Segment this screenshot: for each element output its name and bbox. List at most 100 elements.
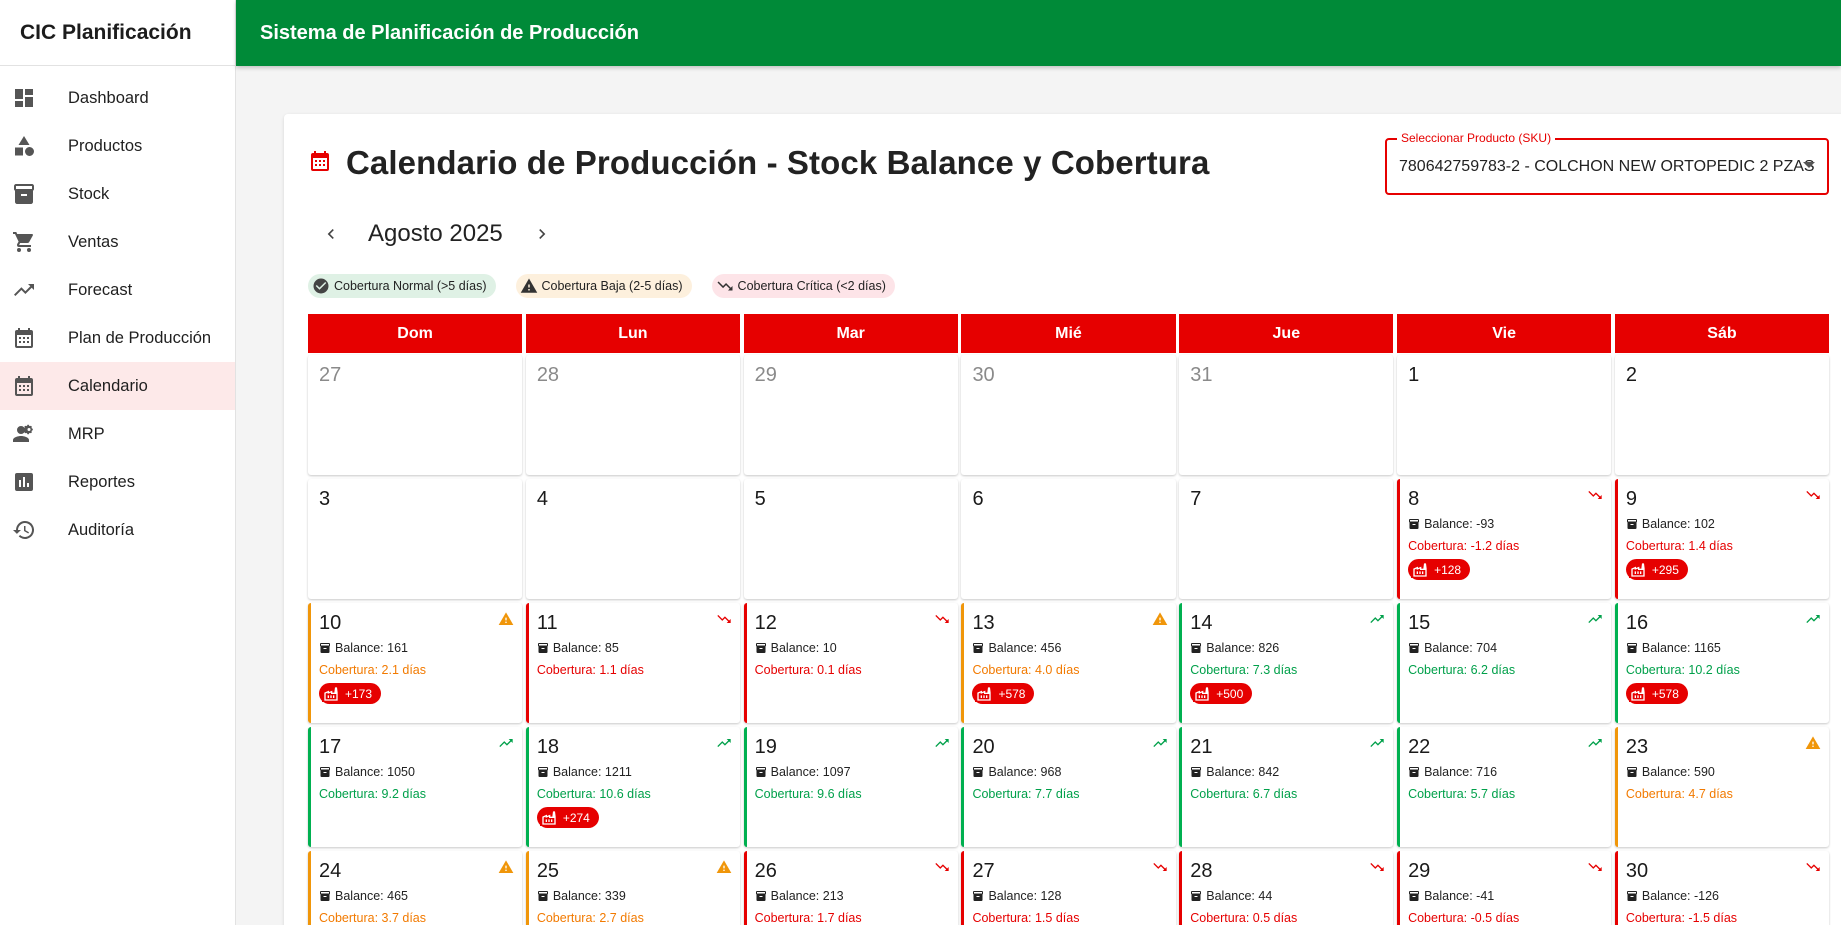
trending-up-icon xyxy=(498,735,514,756)
sidebar-item-dashboard[interactable]: Dashboard xyxy=(0,74,235,122)
balance-text: Balance: 44 xyxy=(1206,889,1273,903)
legend-chip-critica: Cobertura Crítica (<2 días) xyxy=(711,274,895,298)
calendar-day-cell[interactable]: 17 Balance: 1050 Cobertura: 9.2 días xyxy=(308,727,523,847)
sidebar-item-plan-de-produccion[interactable]: Plan de Producción xyxy=(0,314,235,362)
calendar-day-cell[interactable]: 31 xyxy=(1179,355,1394,475)
sidebar-item-reportes[interactable]: Reportes xyxy=(0,458,235,506)
calendar-day-cell[interactable]: 15 Balance: 704 Cobertura: 6.2 días xyxy=(1397,603,1612,723)
sidebar-item-forecast[interactable]: Forecast xyxy=(0,266,235,314)
production-chip[interactable]: +274 xyxy=(536,807,599,828)
balance-row: Balance: 590 xyxy=(1626,765,1819,779)
calendar-day-cell[interactable]: 16 Balance: 1165 Cobertura: 10.2 días +578 xyxy=(1614,603,1829,723)
sidebar-item-label: Ventas xyxy=(68,232,119,251)
day-number: 25 xyxy=(536,860,560,882)
calendar-day-cell[interactable]: 22 Balance: 716 Cobertura: 5.7 días xyxy=(1397,727,1612,847)
calendar-day-cell[interactable]: 24 Balance: 465 Cobertura: 3.7 días xyxy=(308,851,523,925)
warning-icon xyxy=(716,859,732,880)
balance-row: Balance: 1097 xyxy=(755,765,948,779)
day-number: 24 xyxy=(319,860,342,882)
calendar-day-cell[interactable]: 20 Balance: 968 Cobertura: 7.7 días xyxy=(961,727,1176,847)
coverage-text: Cobertura: 6.7 días xyxy=(1190,787,1298,801)
sidebar-item-mrp[interactable]: MRP xyxy=(0,410,235,458)
warning-icon xyxy=(498,859,514,880)
balance-text: Balance: 128 xyxy=(988,889,1062,903)
calendar-day-cell[interactable]: 2 xyxy=(1614,355,1829,475)
day-number: 31 xyxy=(1190,364,1213,386)
calendar-day-cell[interactable]: 27 xyxy=(308,355,523,475)
calendar-day-cell[interactable]: 3 xyxy=(308,479,523,599)
calendar-day-cell[interactable]: 28 xyxy=(525,355,740,475)
calendar-day-cell[interactable]: 6 xyxy=(961,479,1176,599)
history-icon xyxy=(0,518,68,542)
sidebar-item-productos[interactable]: Productos xyxy=(0,122,235,170)
calendar-day-cell[interactable]: 8 Balance: -93 Cobertura: -1.2 días +128 xyxy=(1397,479,1612,599)
calendar-day-cell[interactable]: 12 Balance: 10 Cobertura: 0.1 días xyxy=(743,603,958,723)
calendar-day-cell[interactable]: 5 xyxy=(743,479,958,599)
calendar-day-cell[interactable]: 28 Balance: 44 Cobertura: 0.5 días xyxy=(1179,851,1394,925)
balance-text: Balance: 102 xyxy=(1641,517,1715,531)
calendar-day-cell[interactable]: 21 Balance: 842 Cobertura: 6.7 días xyxy=(1179,727,1394,847)
next-month-button[interactable] xyxy=(529,221,555,247)
production-chip[interactable]: +578 xyxy=(972,683,1035,704)
sidebar-item-ventas[interactable]: Ventas xyxy=(0,218,235,266)
day-number: 19 xyxy=(754,736,777,758)
app-bar: Sistema de Planificación de Producción xyxy=(236,0,1841,66)
day-number: 23 xyxy=(1625,736,1649,758)
calendar-day-cell[interactable]: 9 Balance: 102 Cobertura: 1.4 días +295 xyxy=(1614,479,1829,599)
inventory-box-icon xyxy=(0,182,68,206)
sidebar-item-label: Calendario xyxy=(68,376,148,395)
calendar-day-cell[interactable]: 14 Balance: 826 Cobertura: 7.3 días +500 xyxy=(1179,603,1394,723)
day-number: 18 xyxy=(536,736,560,758)
production-chip[interactable]: +500 xyxy=(1190,683,1253,704)
weekday-header-cell: Mié xyxy=(961,314,1176,353)
calendar-day-cell[interactable]: 1 xyxy=(1397,355,1612,475)
calendar-day-cell[interactable]: 11 Balance: 85 Cobertura: 1.1 días xyxy=(525,603,740,723)
balance-text: Balance: 704 xyxy=(1424,641,1498,655)
balance-row: Balance: 213 xyxy=(755,889,948,903)
balance-row: Balance: -93 xyxy=(1408,517,1601,531)
calendar-day-cell[interactable]: 25 Balance: 339 Cobertura: 2.7 días xyxy=(525,851,740,925)
coverage-text: Cobertura: 6.2 días xyxy=(1408,663,1516,677)
production-chip[interactable]: +128 xyxy=(1408,559,1471,580)
coverage-text: Cobertura: 4.7 días xyxy=(1625,787,1733,801)
calendar-day-cell[interactable]: 10 Balance: 161 Cobertura: 2.1 días +173 xyxy=(308,603,523,723)
factory-icon xyxy=(1411,561,1430,578)
sku-select[interactable]: Seleccionar Producto (SKU) 780642759783-… xyxy=(1385,131,1829,195)
calendar-day-cell[interactable]: 13 Balance: 456 Cobertura: 4.0 días +578 xyxy=(961,603,1176,723)
inventory-box-icon xyxy=(537,643,548,653)
weekday-header: Dom Lun Mar Mié Jue Vie Sáb xyxy=(308,314,1829,353)
trending-up-icon xyxy=(716,735,732,756)
factory-icon xyxy=(1628,561,1647,578)
trending-down-icon xyxy=(934,859,950,880)
production-amount: +274 xyxy=(562,810,590,825)
weekday-header-cell: Lun xyxy=(525,314,740,353)
calendar-day-cell[interactable]: 30 Balance: -126 Cobertura: -1.5 días xyxy=(1614,851,1829,925)
sidebar-item-auditoria[interactable]: Auditoría xyxy=(0,506,235,554)
production-chip[interactable]: +173 xyxy=(319,683,382,704)
calendar-day-cell[interactable]: 26 Balance: 213 Cobertura: 1.7 días xyxy=(743,851,958,925)
coverage-text: Cobertura: 7.3 días xyxy=(1190,663,1298,677)
trending-down-icon xyxy=(717,281,733,291)
calendar-day-cell[interactable]: 27 Balance: 128 Cobertura: 1.5 días xyxy=(961,851,1176,925)
calendar-day-cell[interactable]: 7 xyxy=(1179,479,1394,599)
calendar-day-cell[interactable]: 4 xyxy=(525,479,740,599)
inventory-box-icon xyxy=(1191,643,1202,653)
warning-icon xyxy=(1152,611,1168,632)
sidebar-item-stock[interactable]: Stock xyxy=(0,170,235,218)
calendar-day-cell[interactable]: 30 xyxy=(961,355,1176,475)
calendar-day-cell[interactable]: 18 Balance: 1211 Cobertura: 10.6 días +274 xyxy=(525,727,740,847)
production-chip[interactable]: +578 xyxy=(1625,683,1688,704)
calendar-day-cell[interactable]: 19 Balance: 1097 Cobertura: 9.6 días xyxy=(743,727,958,847)
balance-text: Balance: -41 xyxy=(1424,889,1495,903)
production-amount: +295 xyxy=(1651,562,1679,577)
coverage-text: Cobertura: 1.4 días xyxy=(1625,539,1733,553)
sku-select-label: Seleccionar Producto (SKU) xyxy=(1397,131,1556,145)
production-chip[interactable]: +295 xyxy=(1625,559,1688,580)
prev-month-button[interactable] xyxy=(318,221,344,247)
calendar-day-cell[interactable]: 23 Balance: 590 Cobertura: 4.7 días xyxy=(1614,727,1829,847)
sidebar-item-calendario[interactable]: Calendario xyxy=(0,362,235,410)
calendar-day-cell[interactable]: 29 xyxy=(743,355,958,475)
calendar-day-cell[interactable]: 29 Balance: -41 Cobertura: -0.5 días xyxy=(1397,851,1612,925)
inventory-box-icon xyxy=(537,767,548,777)
balance-text: Balance: 842 xyxy=(1206,765,1280,779)
